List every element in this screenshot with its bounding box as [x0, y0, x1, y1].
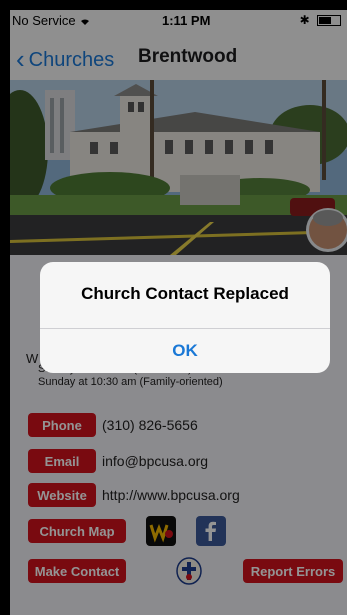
app-screen: No Service 1:11 PM ✱ ‹ Churches Brentwood [10, 10, 347, 615]
alert-title: Church Contact Replaced [81, 284, 289, 303]
ok-button[interactable]: OK [40, 329, 330, 373]
alert-dialog: Church Contact Replaced OK [40, 262, 330, 373]
